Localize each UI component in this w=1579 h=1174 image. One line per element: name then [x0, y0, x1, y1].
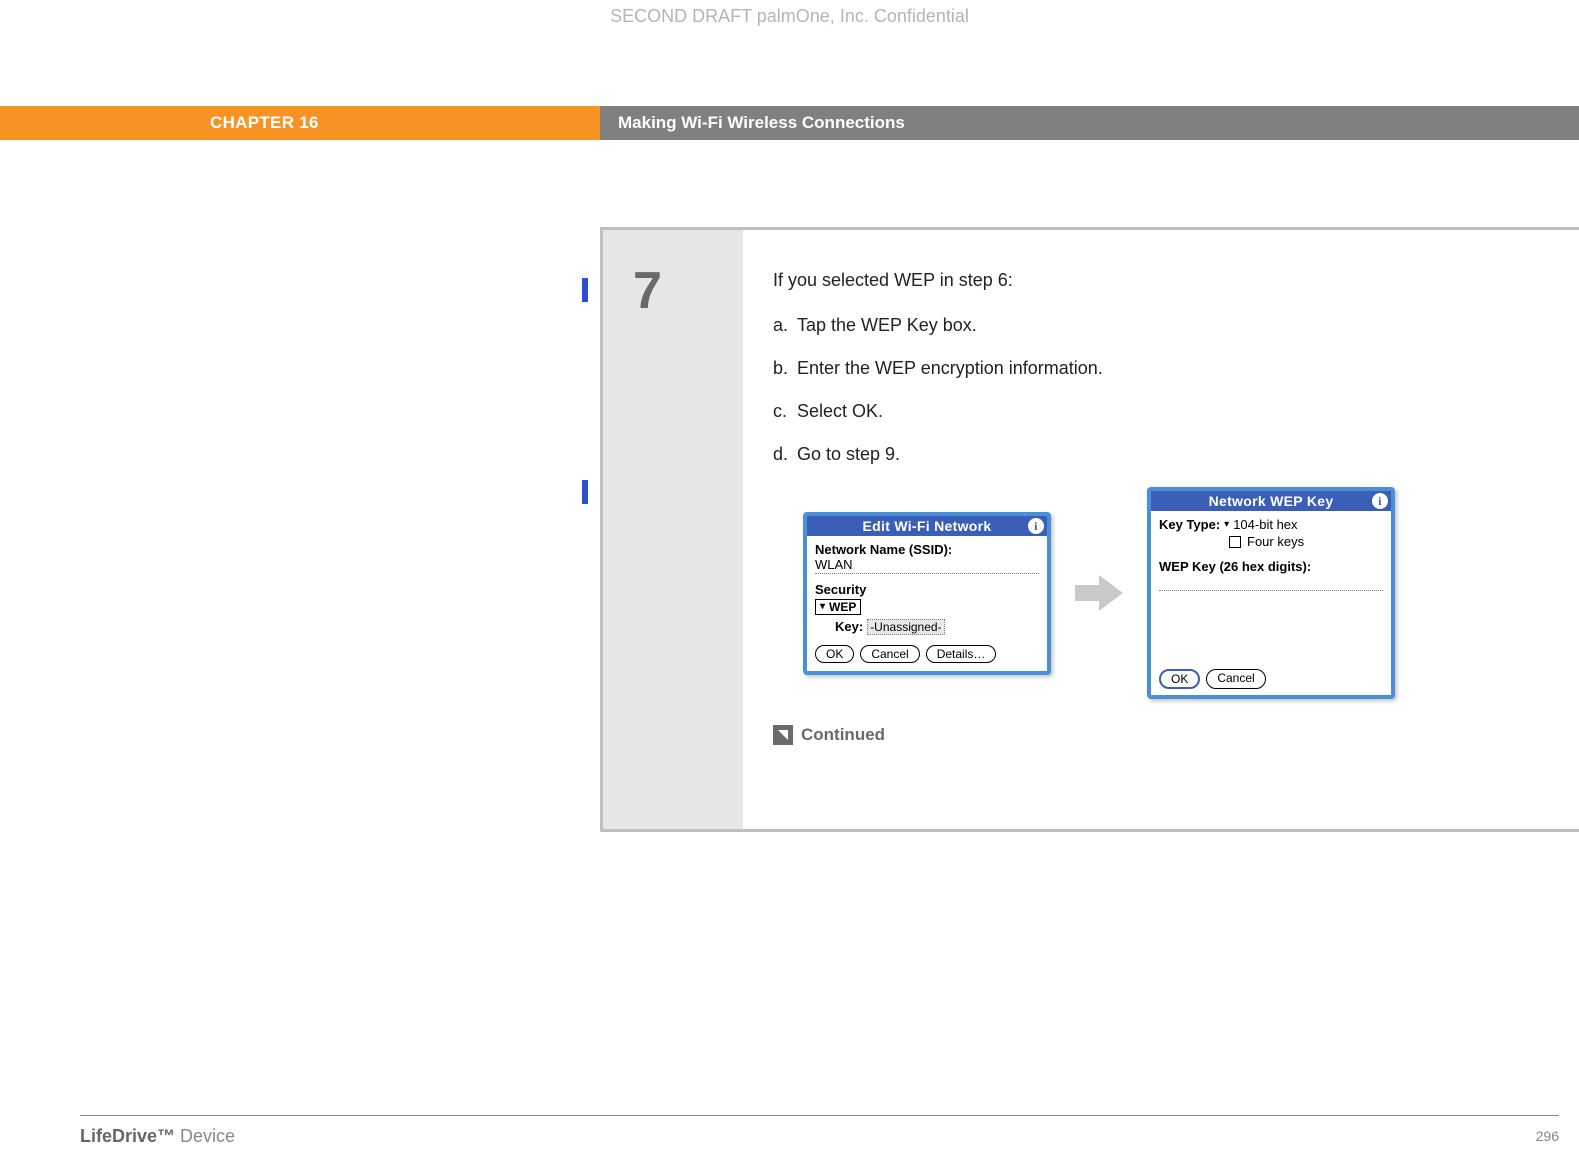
substep-text: Select OK.	[797, 401, 883, 421]
wep-key-input-line	[1159, 576, 1383, 591]
step-number: 7	[633, 265, 713, 317]
step-substeps: a.Tap the WEP Key box. b.Enter the WEP e…	[773, 315, 1539, 465]
footer-rule	[80, 1115, 1559, 1116]
key-type-label: Key Type:	[1159, 517, 1220, 532]
screenshot-titlebar: Edit Wi-Fi Network i	[807, 516, 1047, 536]
substep-text: Tap the WEP Key box.	[797, 315, 977, 335]
step-number-column: 7	[603, 230, 743, 829]
ok-button: OK	[1159, 669, 1200, 689]
edit-wifi-network-screenshot: Edit Wi-Fi Network i Network Name (SSID)…	[803, 512, 1051, 675]
revision-mark	[582, 278, 588, 302]
ok-button: OK	[815, 645, 854, 663]
substep-item: d.Go to step 9.	[773, 444, 1539, 465]
step-content-block: 7 If you selected WEP in step 6: a.Tap t…	[600, 227, 1579, 832]
substep-text: Enter the WEP encryption information.	[797, 358, 1103, 378]
footer-product-rest: Device	[175, 1126, 235, 1146]
key-value-box: -Unassigned-	[867, 619, 944, 635]
screenshot-title-text: Network WEP Key	[1209, 493, 1334, 509]
info-icon: i	[1028, 518, 1044, 534]
security-heading: Security	[815, 582, 1039, 597]
screenshot-titlebar: Network WEP Key i	[1151, 491, 1391, 511]
chapter-title: Making Wi-Fi Wireless Connections	[600, 106, 1579, 140]
step-intro-text: If you selected WEP in step 6:	[773, 270, 1539, 291]
dropdown-triangle-icon: ▾	[820, 601, 825, 612]
info-icon: i	[1372, 493, 1388, 509]
four-keys-row: Four keys	[1229, 534, 1383, 549]
wep-key-row: Key: -Unassigned-	[835, 619, 1039, 635]
ssid-value: WLAN	[815, 557, 1039, 574]
security-dropdown: ▾ WEP	[815, 599, 861, 615]
draft-watermark: SECOND DRAFT palmOne, Inc. Confidential	[0, 6, 1579, 27]
four-keys-label: Four keys	[1247, 534, 1304, 549]
screenshot-title-text: Edit Wi-Fi Network	[863, 518, 992, 534]
revision-mark	[582, 480, 588, 504]
key-type-value: 104-bit hex	[1233, 517, 1297, 532]
screenshot-body: Network Name (SSID): WLAN Security ▾ WEP…	[807, 536, 1047, 671]
network-wep-key-screenshot: Network WEP Key i Key Type: ▾ 104-bit he…	[1147, 487, 1395, 699]
checkbox-icon	[1229, 536, 1241, 548]
key-label: Key:	[835, 619, 863, 634]
arrow-right-icon	[1071, 569, 1127, 617]
security-value: WEP	[829, 600, 856, 614]
substep-text: Go to step 9.	[797, 444, 900, 464]
substep-letter: d.	[773, 444, 797, 465]
dropdown-triangle-icon: ▾	[1224, 519, 1229, 530]
substep-letter: b.	[773, 358, 797, 379]
continued-arrow-icon	[773, 725, 793, 745]
ssid-label: Network Name (SSID):	[815, 542, 1039, 557]
substep-letter: c.	[773, 401, 797, 422]
continued-row: Continued	[773, 725, 1539, 745]
details-button: Details…	[926, 645, 997, 663]
button-row: OK Cancel Details…	[815, 645, 1039, 663]
substep-letter: a.	[773, 315, 797, 336]
substep-item: b.Enter the WEP encryption information.	[773, 358, 1539, 379]
screenshot-body: Key Type: ▾ 104-bit hex Four keys WEP Ke…	[1151, 511, 1391, 695]
substep-item: c.Select OK.	[773, 401, 1539, 422]
continued-text: Continued	[801, 725, 885, 745]
screenshots-row: Edit Wi-Fi Network i Network Name (SSID)…	[803, 487, 1539, 699]
substep-item: a.Tap the WEP Key box.	[773, 315, 1539, 336]
chapter-header-bar: CHAPTER 16 Making Wi-Fi Wireless Connect…	[0, 106, 1579, 140]
key-type-row: Key Type: ▾ 104-bit hex	[1159, 517, 1383, 532]
button-row: OK Cancel	[1159, 669, 1266, 689]
footer-product-bold: LifeDrive™	[80, 1126, 175, 1146]
footer-product-name: LifeDrive™ Device	[80, 1126, 235, 1147]
chapter-label: CHAPTER 16	[0, 106, 600, 140]
wep-key-hex-label: WEP Key (26 hex digits):	[1159, 559, 1383, 574]
cancel-button: Cancel	[1206, 669, 1265, 689]
cancel-button: Cancel	[860, 645, 919, 663]
step-body-column: If you selected WEP in step 6: a.Tap the…	[743, 230, 1579, 829]
footer-page-number: 296	[1536, 1128, 1559, 1144]
